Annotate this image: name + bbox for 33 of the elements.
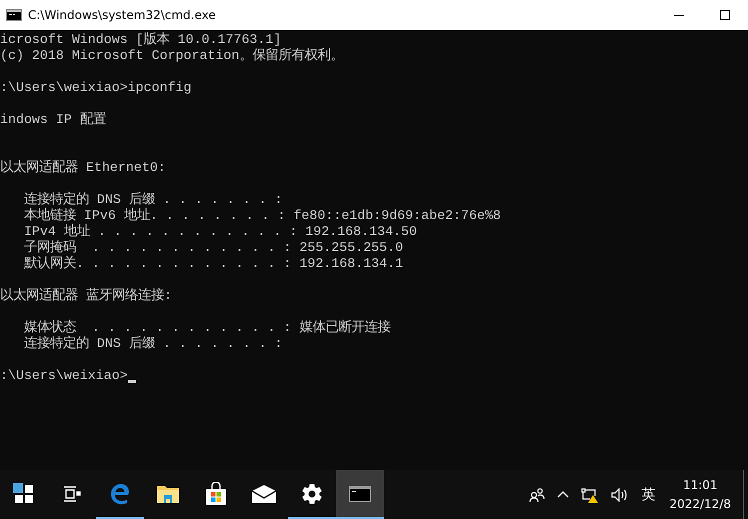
letter-e-logo-icon (109, 482, 131, 504)
task-view-icon (63, 486, 81, 502)
input-language-button[interactable]: 英 (635, 470, 662, 519)
console-line: IPv4 地址 . . . . . . . . . . . . : 192.168.134.50 (22, 224, 417, 240)
console-line: 以太网适配器 Ethernet0: (0, 160, 166, 176)
console-line: 连接特定的 DNS 后缀 . . . . . . . : (22, 192, 283, 208)
console-line: :\Users\weixiao>ipconfig (0, 80, 192, 96)
shopping-bag-icon (205, 482, 227, 506)
people-icon (529, 488, 546, 502)
taskbar-app[interactable] (336, 470, 384, 519)
chevron-up-icon (557, 491, 570, 498)
console-line: 默认网关. . . . . . . . . . . . . : 192.168.134.1 (22, 256, 404, 272)
console-line: :\Users\weixiao> (0, 368, 128, 384)
clock-button[interactable]: 11:01 2022/12/8 (661, 470, 739, 519)
console-line: 子网掩码 . . . . . . . . . . . . : 255.255.255.0 (22, 240, 404, 256)
window-title: C:\Windows\system32\cmd.exe (28, 8, 217, 22)
maximize-icon (720, 10, 730, 20)
console-line: 以太网适配器 蓝牙网络连接: (0, 288, 172, 304)
folder-icon (156, 484, 180, 504)
console-line: 连接特定的 DNS 后缀 . . . . . . . : (22, 336, 283, 352)
console-line: indows IP 配置 (0, 112, 106, 128)
gear-icon (301, 482, 323, 504)
terminal-icon (349, 486, 371, 502)
console-line: 媒体状态 . . . . . . . . . . . . : 媒体已断开连接 (22, 320, 390, 336)
minimize-icon (674, 14, 684, 16)
envelope-icon (252, 484, 276, 502)
console-line: icrosoft Windows [版本 10.0.17763.1] (0, 32, 282, 48)
windows-logo-icon (13, 482, 35, 504)
network-warning-icon (581, 486, 600, 502)
console-line: 本地链接 IPv6 地址. . . . . . . . : fe80::e1db:9d69:abe2:76e%8 (22, 208, 501, 224)
terminal-icon (6, 9, 22, 21)
console-line: (c) 2018 Microsoft Corporation。保留所有权利。 (0, 48, 344, 64)
speaker-icon (611, 488, 630, 502)
